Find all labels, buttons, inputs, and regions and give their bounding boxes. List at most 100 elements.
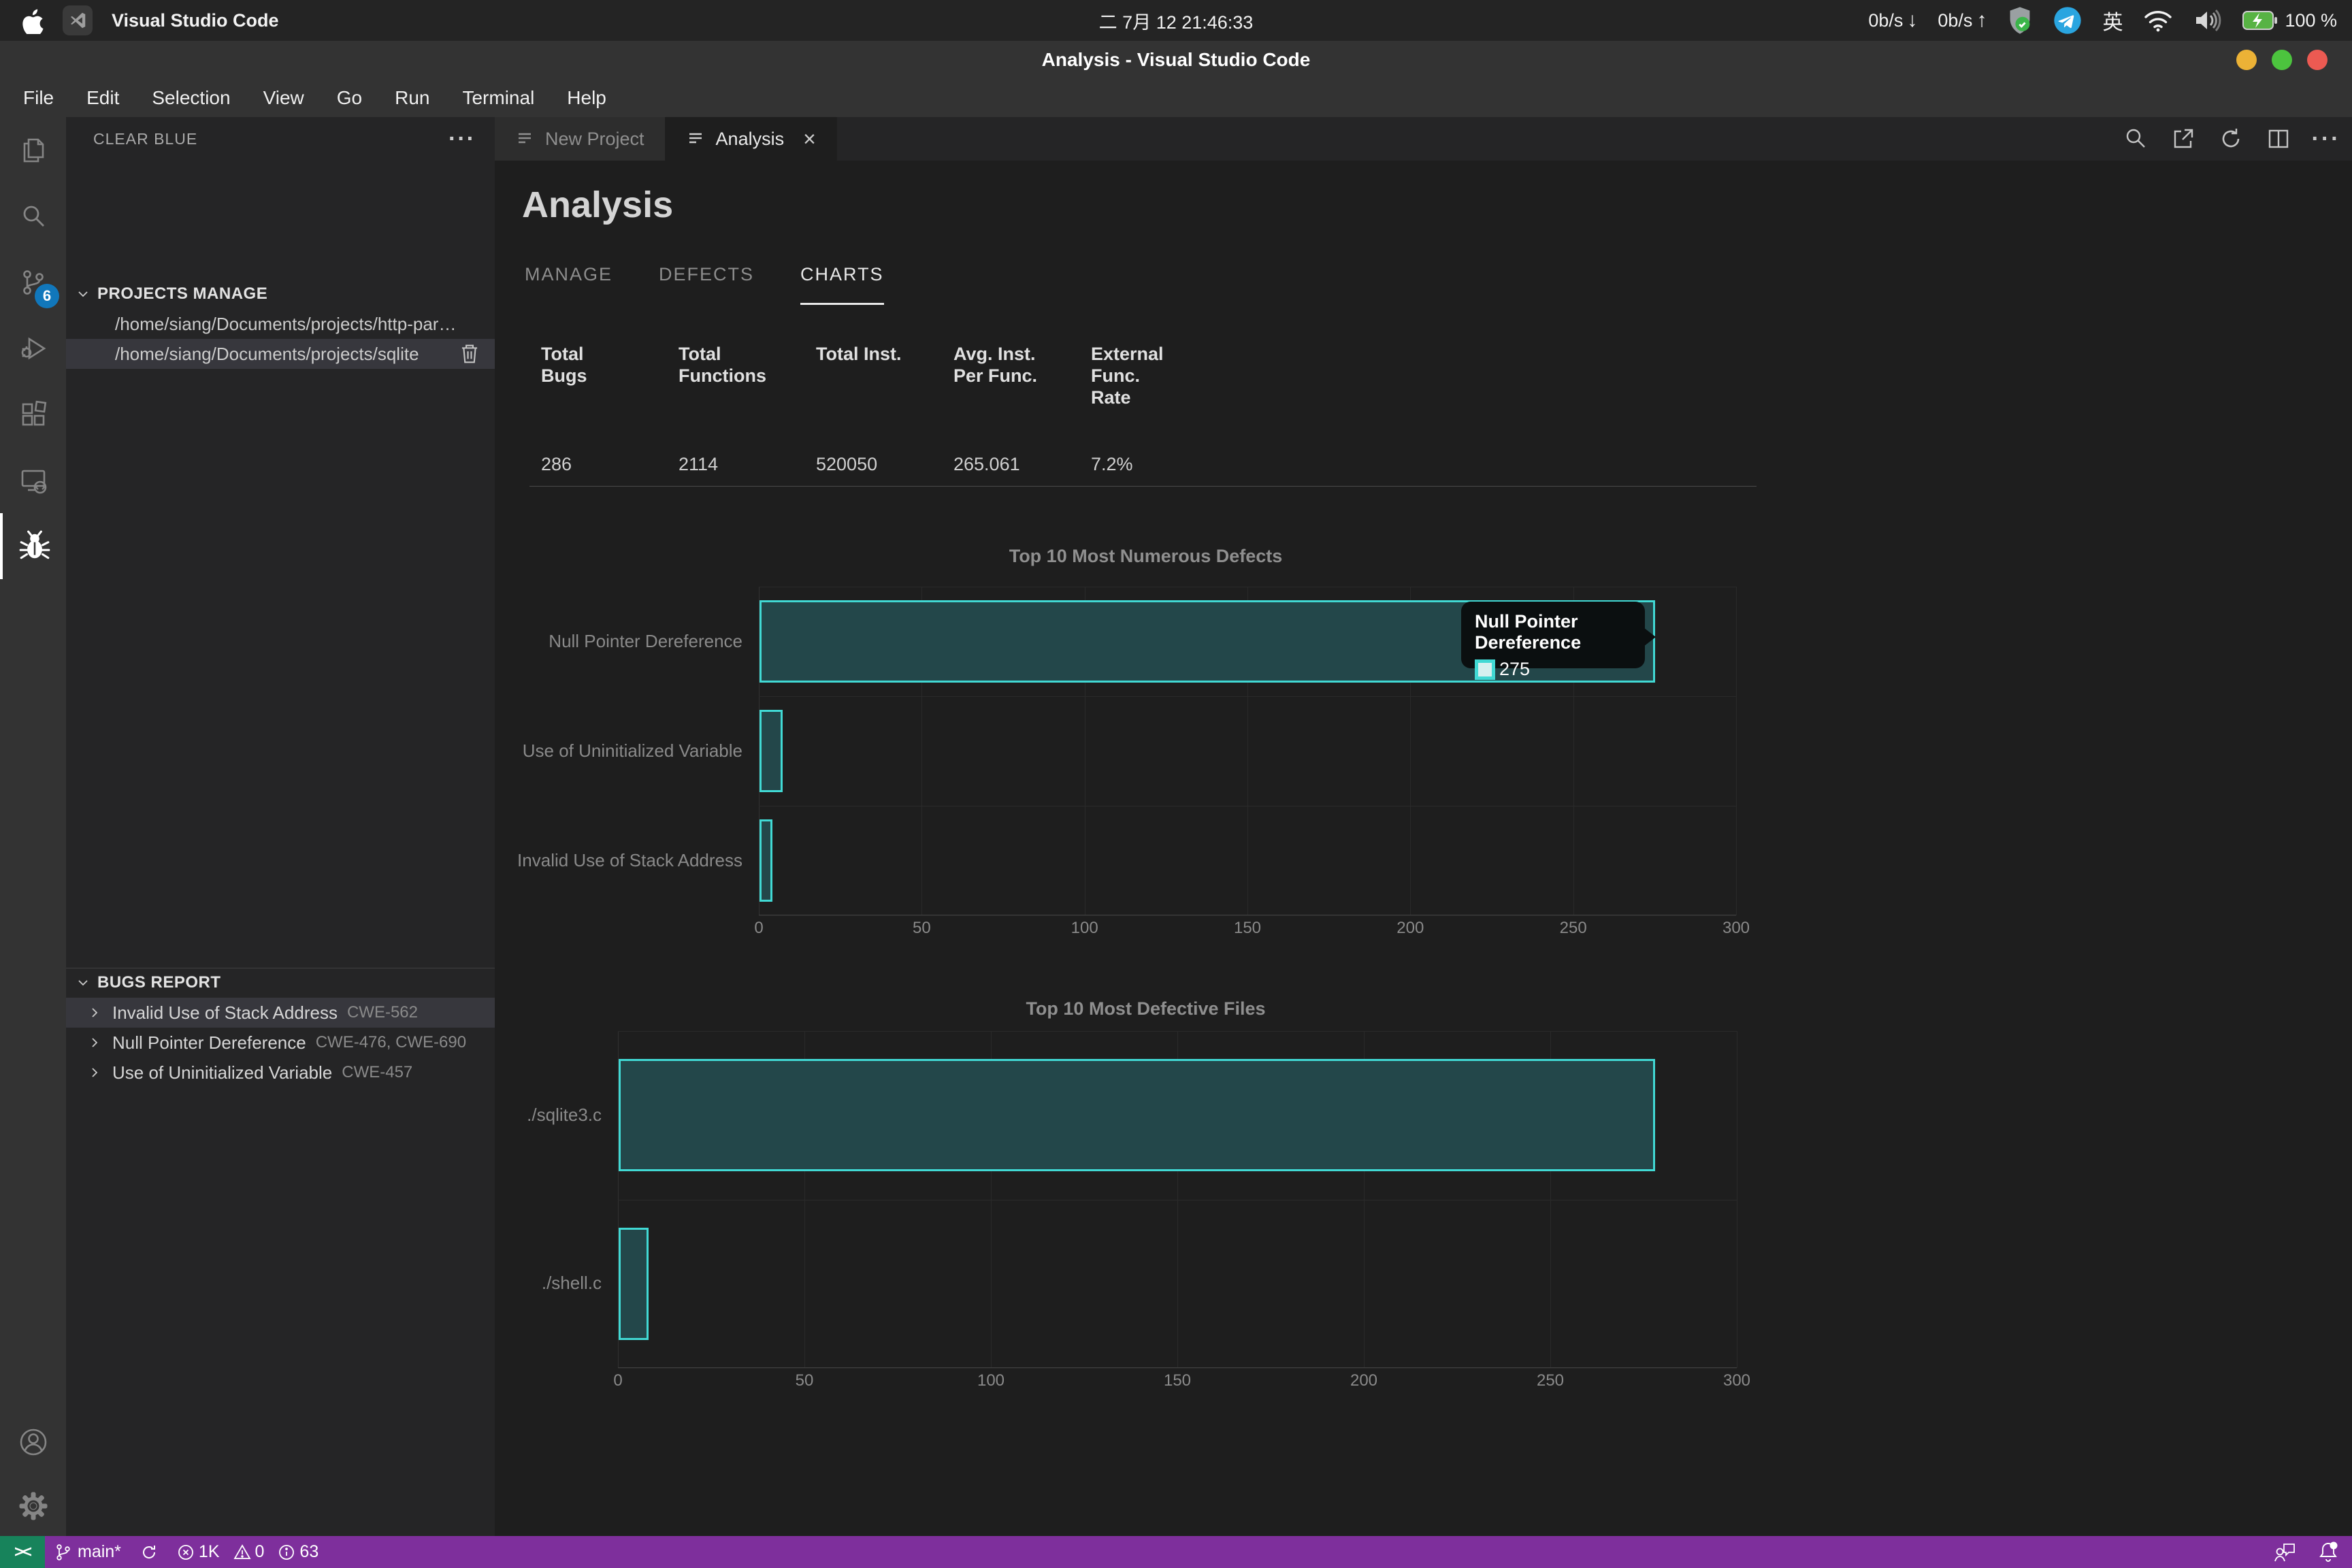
bug-cwe: CWE-457 [342, 1063, 412, 1082]
account-icon[interactable] [0, 1409, 66, 1475]
search-icon[interactable] [0, 183, 66, 249]
project-row[interactable]: /home/siang/Documents/projects/http-par… [66, 309, 495, 339]
window-close-button[interactable] [2307, 50, 2328, 70]
menu-file[interactable]: File [7, 83, 70, 113]
window-minimize-button[interactable] [2236, 50, 2257, 70]
stat-value: 2114 [679, 454, 782, 475]
bug-cwe: CWE-476, CWE-690 [316, 1033, 466, 1052]
remote-explorer-icon[interactable] [0, 447, 66, 513]
gridline [618, 1368, 1737, 1369]
bug-name: Use of Uninitialized Variable [112, 1062, 332, 1083]
tab-manage[interactable]: MANAGE [525, 264, 612, 305]
stat-label: Total Bugs [541, 344, 644, 446]
tab-defects[interactable]: DEFECTS [659, 264, 754, 305]
chevron-right-icon [88, 1006, 101, 1019]
input-method-indicator[interactable]: 英 [2102, 5, 2123, 35]
vscode-app-icon[interactable] [63, 5, 93, 35]
category-label: ./sqlite3.c [510, 1105, 618, 1126]
side-panel: CLEAR BLUE ··· PROJECTS MANAGE/home/sian… [66, 117, 495, 1536]
bug-row[interactable]: Null Pointer DereferenceCWE-476, CWE-690 [66, 1028, 495, 1058]
view-tabs: MANAGE DEFECTS CHARTS [525, 264, 884, 305]
source-control-icon[interactable]: 6 [0, 249, 66, 315]
explorer-icon[interactable] [0, 117, 66, 183]
chart-plot: Null Pointer Dereference275 [759, 587, 1736, 915]
volume-icon[interactable] [2193, 8, 2222, 33]
stat-0: Total Bugs286 [541, 344, 644, 475]
bug-report-icon[interactable] [0, 513, 66, 579]
category-label: Use of Uninitialized Variable [510, 740, 759, 762]
net-download-indicator[interactable]: 0b/s↓ [1868, 9, 1917, 32]
x-tick-label: 50 [796, 1371, 814, 1390]
activity-bar: 6 [0, 117, 66, 1536]
stat-value: 265.061 [953, 454, 1057, 475]
window-maximize-button[interactable] [2272, 50, 2292, 70]
project-row[interactable]: /home/siang/Documents/projects/sqlite [66, 339, 495, 369]
menu-terminal[interactable]: Terminal [446, 83, 551, 113]
branch-indicator[interactable]: main* [45, 1536, 131, 1568]
editor-tab-new-project[interactable]: New Project [495, 117, 666, 161]
extensions-icon[interactable] [0, 381, 66, 447]
apple-logo-icon[interactable] [20, 7, 44, 34]
menu-view[interactable]: View [247, 83, 321, 113]
stat-1: Total Functions2114 [679, 344, 782, 475]
run-debug-icon[interactable] [0, 315, 66, 381]
gridline [759, 915, 1736, 916]
bug-row[interactable]: Invalid Use of Stack AddressCWE-562 [66, 998, 495, 1028]
x-tick-label: 0 [754, 919, 763, 938]
up-arrow-icon: ↑ [1976, 9, 1987, 32]
security-shield-icon[interactable] [2007, 6, 2033, 35]
tooltip-title: Null Pointer Dereference [1475, 611, 1631, 653]
remote-indicator[interactable]: >< [0, 1536, 45, 1568]
tab-label: New Project [545, 129, 644, 150]
settings-gear-icon[interactable] [0, 1473, 66, 1539]
project-path: /home/siang/Documents/projects/http-par… [66, 314, 456, 335]
x-tick-label: 300 [1722, 919, 1750, 938]
notifications-bell-icon[interactable] [2317, 1541, 2340, 1564]
feedback-icon[interactable] [2273, 1542, 2296, 1563]
menu-bar: FileEditSelectionViewGoRunTerminalHelp [0, 79, 2352, 117]
wifi-icon[interactable] [2143, 8, 2173, 33]
section-header-1[interactable]: BUGS REPORT [66, 968, 495, 998]
problems-indicator[interactable]: 1K 0 63 [167, 1536, 328, 1568]
open-external-icon[interactable] [2168, 124, 2198, 154]
info-icon [278, 1544, 295, 1561]
close-icon[interactable]: × [803, 127, 816, 152]
menu-go[interactable]: Go [321, 83, 378, 113]
trash-icon[interactable] [459, 343, 480, 365]
telegram-icon[interactable] [2053, 6, 2082, 35]
bar-invalid-use-of-stack-address[interactable] [760, 819, 772, 902]
menubar-clock[interactable]: 二 7月 12 21:46:33 [1099, 7, 1254, 34]
menu-selection[interactable]: Selection [135, 83, 246, 113]
bug-row[interactable]: Use of Uninitialized Variable CWE-457 [66, 1058, 495, 1088]
menu-edit[interactable]: Edit [70, 83, 135, 113]
refresh-icon[interactable] [2216, 124, 2246, 154]
bar--shell-c[interactable] [619, 1228, 649, 1340]
bug-cwe: CWE-562 [347, 1003, 418, 1022]
editor-tab-analysis[interactable]: Analysis× [666, 117, 837, 161]
battery-indicator[interactable]: 100 % [2242, 10, 2337, 31]
x-tick-label: 150 [1164, 1371, 1191, 1390]
category-label: ./shell.c [510, 1273, 618, 1294]
split-editor-icon[interactable] [2264, 124, 2293, 154]
sync-button[interactable] [131, 1536, 167, 1568]
stat-label: Avg. Inst. Per Func. [953, 344, 1057, 446]
more-actions-icon[interactable]: ··· [2311, 124, 2341, 154]
bar--sqlite3-c[interactable] [619, 1059, 1655, 1171]
tab-charts[interactable]: CHARTS [800, 264, 884, 305]
menu-run[interactable]: Run [378, 83, 446, 113]
panel-more-actions[interactable]: ··· [448, 126, 476, 152]
x-tick-label: 50 [913, 919, 931, 938]
section-header-0[interactable]: PROJECTS MANAGE [66, 279, 495, 309]
x-tick-label: 150 [1234, 919, 1261, 938]
find-icon[interactable] [2121, 124, 2151, 154]
scm-badge: 6 [35, 284, 59, 308]
bar-use-of-uninitialized-variable[interactable] [760, 710, 783, 792]
divider [529, 486, 1757, 487]
chevron-right-icon [88, 1066, 101, 1079]
tooltip-arrow [1644, 627, 1656, 647]
menu-help[interactable]: Help [551, 83, 623, 113]
menubar-app-name[interactable]: Visual Studio Code [112, 10, 279, 31]
gridline [618, 1031, 1737, 1032]
x-tick-label: 250 [1560, 919, 1587, 938]
net-upload-indicator[interactable]: 0b/s↑ [1938, 9, 1987, 32]
